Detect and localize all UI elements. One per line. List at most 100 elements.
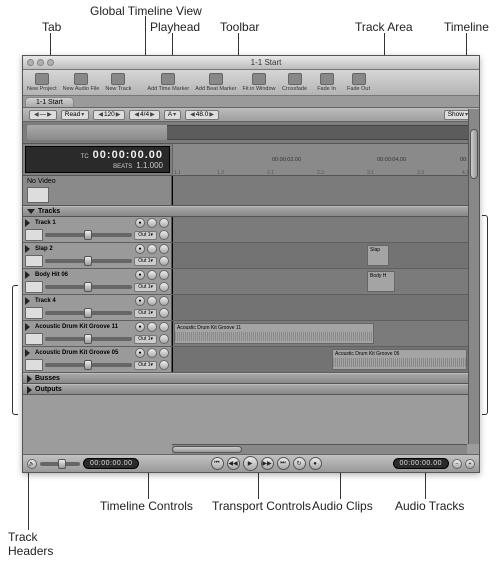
timecode-counter[interactable]: TC00:00:00.00 BEATS1.1.000 bbox=[25, 146, 170, 173]
disclosure-right-icon[interactable] bbox=[25, 323, 30, 331]
time-ruler[interactable]: 00:00:02.00 00:00:04.00 00: 1.1 1.3 2.1 … bbox=[172, 144, 479, 175]
tracks-area: Track 1 ● Out 1 ▾ Slap 2● Out 1 ▾ bbox=[23, 217, 479, 373]
play-button[interactable]: ▶ bbox=[243, 456, 258, 471]
track-header[interactable]: Acoustic Drum Kit Groove 05● Out 1 ▾ bbox=[23, 347, 172, 372]
mute-button[interactable] bbox=[147, 322, 157, 332]
tracks-section-header[interactable]: Tracks bbox=[23, 206, 479, 217]
record-button[interactable]: ● bbox=[135, 322, 145, 332]
fade-in-button[interactable]: Fade In bbox=[312, 72, 342, 93]
track-header[interactable]: Body Hit 06● Out 1 ▾ bbox=[23, 269, 172, 294]
output-selector[interactable]: Out 1 ▾ bbox=[134, 335, 157, 344]
volume-slider[interactable] bbox=[45, 259, 132, 263]
playhead[interactable] bbox=[172, 176, 173, 205]
key-field[interactable]: A▾ bbox=[164, 110, 181, 120]
track-header[interactable]: Track 4● Out 1 ▾ bbox=[23, 295, 172, 320]
output-selector[interactable]: Out 1 ▾ bbox=[134, 283, 157, 292]
zoom-in-button[interactable]: + bbox=[465, 459, 475, 469]
fade-out-button[interactable]: Fade Out bbox=[344, 72, 374, 93]
nudge-field[interactable]: ◀—▶ bbox=[29, 110, 57, 120]
disclosure-right-icon[interactable] bbox=[25, 349, 30, 357]
volume-slider[interactable] bbox=[45, 363, 132, 367]
output-selector[interactable]: Out 1 ▾ bbox=[134, 361, 157, 370]
speaker-icon[interactable]: 🔈 bbox=[27, 459, 37, 469]
solo-button[interactable] bbox=[159, 218, 169, 228]
disclosure-right-icon[interactable] bbox=[25, 245, 30, 253]
disclosure-right-icon[interactable] bbox=[25, 219, 30, 227]
output-selector[interactable]: Out 1 ▾ bbox=[134, 257, 157, 266]
busses-section-header[interactable]: Busses bbox=[23, 373, 479, 384]
fx-button[interactable] bbox=[159, 334, 169, 344]
mute-button[interactable] bbox=[147, 218, 157, 228]
mute-button[interactable] bbox=[147, 296, 157, 306]
automation-mode[interactable]: Read▾ bbox=[61, 110, 90, 120]
solo-button[interactable] bbox=[159, 322, 169, 332]
solo-button[interactable] bbox=[159, 296, 169, 306]
fx-button[interactable] bbox=[159, 360, 169, 370]
close-icon[interactable] bbox=[27, 59, 34, 66]
new-track-button[interactable]: New Track bbox=[103, 72, 133, 93]
mute-button[interactable] bbox=[147, 270, 157, 280]
add-beat-marker-button[interactable]: Add Beat Marker bbox=[193, 72, 238, 93]
solo-button[interactable] bbox=[159, 348, 169, 358]
audio-clip[interactable]: Body H bbox=[367, 271, 395, 292]
output-selector[interactable]: Out 1 ▾ bbox=[134, 309, 157, 318]
solo-button[interactable] bbox=[159, 270, 169, 280]
record-button[interactable]: ● bbox=[135, 244, 145, 254]
mute-button[interactable] bbox=[147, 348, 157, 358]
volume-slider[interactable] bbox=[45, 311, 132, 315]
volume-slider[interactable] bbox=[45, 337, 132, 341]
new-project-button[interactable]: New Project bbox=[25, 72, 59, 93]
output-selector[interactable]: Out 1 ▾ bbox=[134, 231, 157, 240]
end-button[interactable]: ⏭ bbox=[277, 457, 290, 470]
mute-button[interactable] bbox=[147, 244, 157, 254]
solo-button[interactable] bbox=[159, 244, 169, 254]
minimize-icon[interactable] bbox=[37, 59, 44, 66]
volume-slider[interactable] bbox=[45, 233, 132, 237]
new-audio-file-button[interactable]: New Audio File bbox=[61, 72, 102, 93]
track-header[interactable]: Acoustic Drum Kit Groove 11● Out 1 ▾ bbox=[23, 321, 172, 346]
track-header[interactable]: Track 1 ● Out 1 ▾ bbox=[23, 217, 172, 242]
global-timeline-view[interactable] bbox=[23, 122, 479, 144]
timecode-left[interactable]: 00:00:00.00 bbox=[83, 458, 139, 469]
timesig-field[interactable]: ◀4/4▶ bbox=[129, 110, 159, 120]
forward-button[interactable]: ▶▶ bbox=[261, 457, 274, 470]
track-lane[interactable] bbox=[172, 295, 479, 320]
rate-field[interactable]: ◀48.0▶ bbox=[185, 110, 219, 120]
zoom-icon[interactable] bbox=[47, 59, 54, 66]
record-button[interactable]: ● bbox=[135, 296, 145, 306]
fx-button[interactable] bbox=[159, 230, 169, 240]
track-lane[interactable]: Slap bbox=[172, 243, 479, 268]
rewind-button[interactable]: ◀◀ bbox=[227, 457, 240, 470]
track-lane[interactable] bbox=[172, 217, 479, 242]
track-lane[interactable]: Acoustic Drum Kit Groove 11 bbox=[172, 321, 479, 346]
volume-slider[interactable] bbox=[45, 285, 132, 289]
fx-button[interactable] bbox=[159, 308, 169, 318]
audio-clip[interactable]: Acoustic Drum Kit Groove 05 bbox=[332, 349, 467, 370]
track-lane[interactable]: Acoustic Drum Kit Groove 05 bbox=[172, 347, 479, 372]
timecode-right[interactable]: 00:00:00.00 bbox=[393, 458, 449, 469]
fit-in-window-button[interactable]: Fit in Window bbox=[241, 72, 278, 93]
rtz-button[interactable]: ⏮ bbox=[211, 457, 224, 470]
disclosure-right-icon[interactable] bbox=[25, 271, 30, 279]
audio-clip[interactable]: Acoustic Drum Kit Groove 11 bbox=[174, 323, 374, 344]
record-button[interactable]: ● bbox=[309, 457, 322, 470]
disclosure-right-icon[interactable] bbox=[25, 297, 30, 305]
zoom-out-button[interactable]: − bbox=[452, 459, 462, 469]
fx-button[interactable] bbox=[159, 256, 169, 266]
audio-clip[interactable]: Slap bbox=[367, 245, 389, 266]
project-tab[interactable]: 1-1 Start bbox=[25, 97, 74, 107]
track-header[interactable]: Slap 2● Out 1 ▾ bbox=[23, 243, 172, 268]
cycle-button[interactable]: ↻ bbox=[293, 457, 306, 470]
add-time-marker-button[interactable]: Add Time Marker bbox=[145, 72, 191, 93]
tempo-field[interactable]: ◀120▶ bbox=[93, 110, 125, 120]
crossfade-button[interactable]: Crossfade bbox=[280, 72, 310, 93]
vertical-scrollbar[interactable] bbox=[468, 109, 479, 444]
record-button[interactable]: ● bbox=[135, 270, 145, 280]
horizontal-scrollbar[interactable] bbox=[172, 444, 467, 454]
record-button[interactable]: ● bbox=[135, 348, 145, 358]
fx-button[interactable] bbox=[159, 282, 169, 292]
master-volume-slider[interactable] bbox=[40, 462, 80, 466]
track-lane[interactable]: Body H bbox=[172, 269, 479, 294]
outputs-section-header[interactable]: Outputs bbox=[23, 384, 479, 395]
record-button[interactable]: ● bbox=[135, 218, 145, 228]
